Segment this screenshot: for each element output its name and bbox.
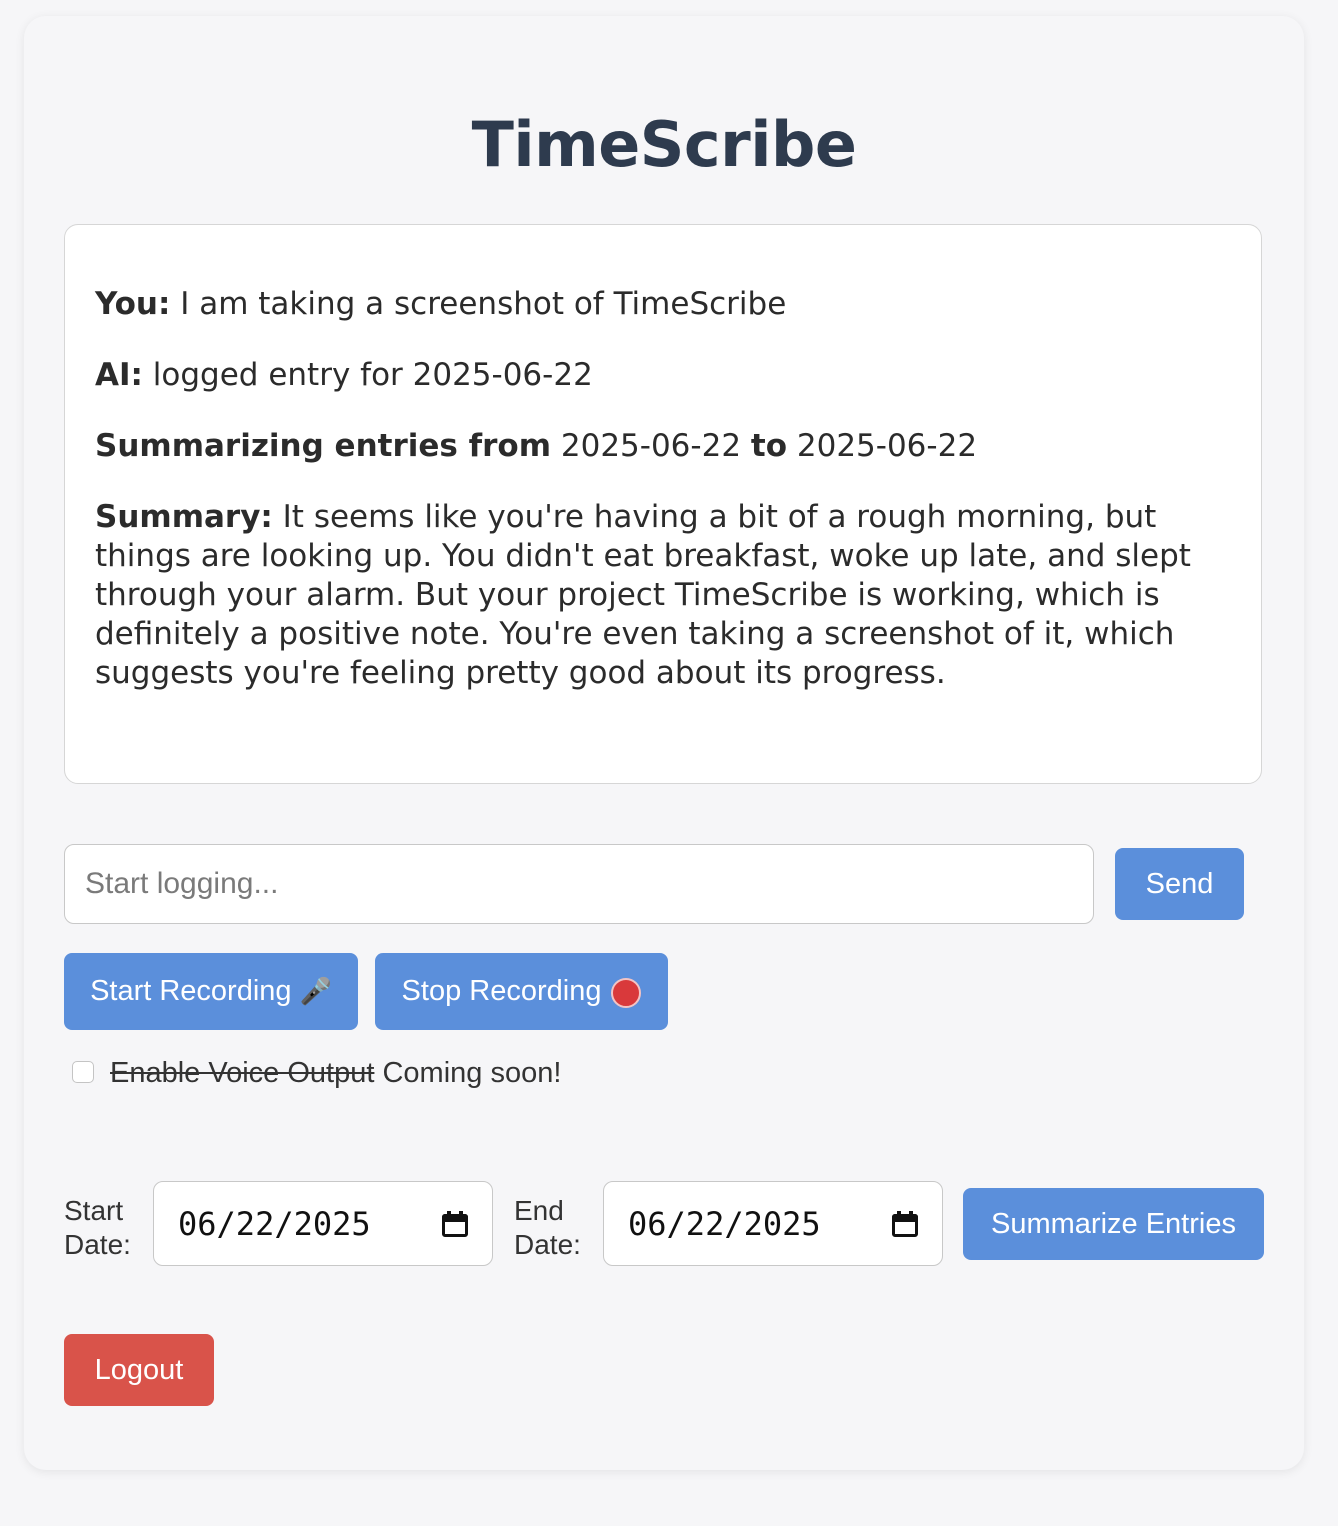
- summary-message: Summary: It seems like you're having a b…: [95, 498, 1231, 693]
- logout-label: Logout: [94, 1353, 184, 1386]
- app-card: TimeScribe You: I am taking a screenshot…: [24, 16, 1304, 1470]
- summary-range: Summarizing entries from 2025-06-22 to 2…: [95, 427, 1231, 466]
- chat-message-ai: AI: logged entry for 2025-06-22: [95, 356, 1231, 395]
- start-date-value: 06/22/2025: [178, 1204, 371, 1243]
- log-input[interactable]: [64, 844, 1094, 924]
- start-recording-label: Start Recording: [90, 975, 292, 1007]
- range-end: 2025-06-22: [787, 428, 978, 464]
- summarize-entries-button[interactable]: Summarize Entries: [963, 1188, 1264, 1260]
- end-date-value: 06/22/2025: [628, 1204, 821, 1243]
- voice-output-note: Coming soon!: [374, 1057, 562, 1089]
- microphone-icon: 🎤: [299, 976, 332, 1006]
- message-speaker: AI:: [95, 357, 143, 393]
- start-date-label: Start Date:: [64, 1195, 131, 1260]
- summary-label: Summary:: [95, 499, 273, 535]
- calendar-icon[interactable]: [442, 1210, 468, 1237]
- start-date-input[interactable]: 06/22/2025: [153, 1181, 493, 1266]
- range-prefix: Summarizing entries from: [95, 428, 552, 464]
- summarize-entries-label: Summarize Entries: [991, 1207, 1236, 1240]
- end-date-label: End Date:: [514, 1195, 581, 1260]
- voice-output-text: Enable Voice Output: [110, 1057, 375, 1089]
- range-start: 2025-06-22: [551, 428, 751, 464]
- calendar-icon[interactable]: [892, 1210, 918, 1237]
- stop-sign-icon: [611, 977, 642, 1008]
- message-text: I am taking a screenshot of TimeScribe: [170, 286, 787, 322]
- voice-output-label: Enable Voice Output Coming soon!: [110, 1057, 561, 1090]
- chat-log: You: I am taking a screenshot of TimeScr…: [64, 224, 1262, 784]
- logout-button[interactable]: Logout: [64, 1334, 214, 1406]
- chat-message-user: You: I am taking a screenshot of TimeScr…: [95, 285, 1231, 324]
- message-speaker: You:: [95, 286, 171, 322]
- stop-recording-label: Stop Recording: [401, 975, 602, 1007]
- message-text: logged entry for 2025-06-22: [142, 357, 593, 393]
- stop-recording-button[interactable]: Stop Recording: [375, 953, 668, 1030]
- end-date-input[interactable]: 06/22/2025: [603, 1181, 943, 1266]
- send-button-label: Send: [1145, 867, 1214, 900]
- app-title: TimeScribe: [471, 108, 857, 181]
- voice-output-checkbox[interactable]: [72, 1061, 94, 1083]
- range-connector: to: [750, 428, 788, 464]
- start-recording-button[interactable]: Start Recording 🎤: [64, 953, 358, 1030]
- send-button[interactable]: Send: [1115, 848, 1244, 920]
